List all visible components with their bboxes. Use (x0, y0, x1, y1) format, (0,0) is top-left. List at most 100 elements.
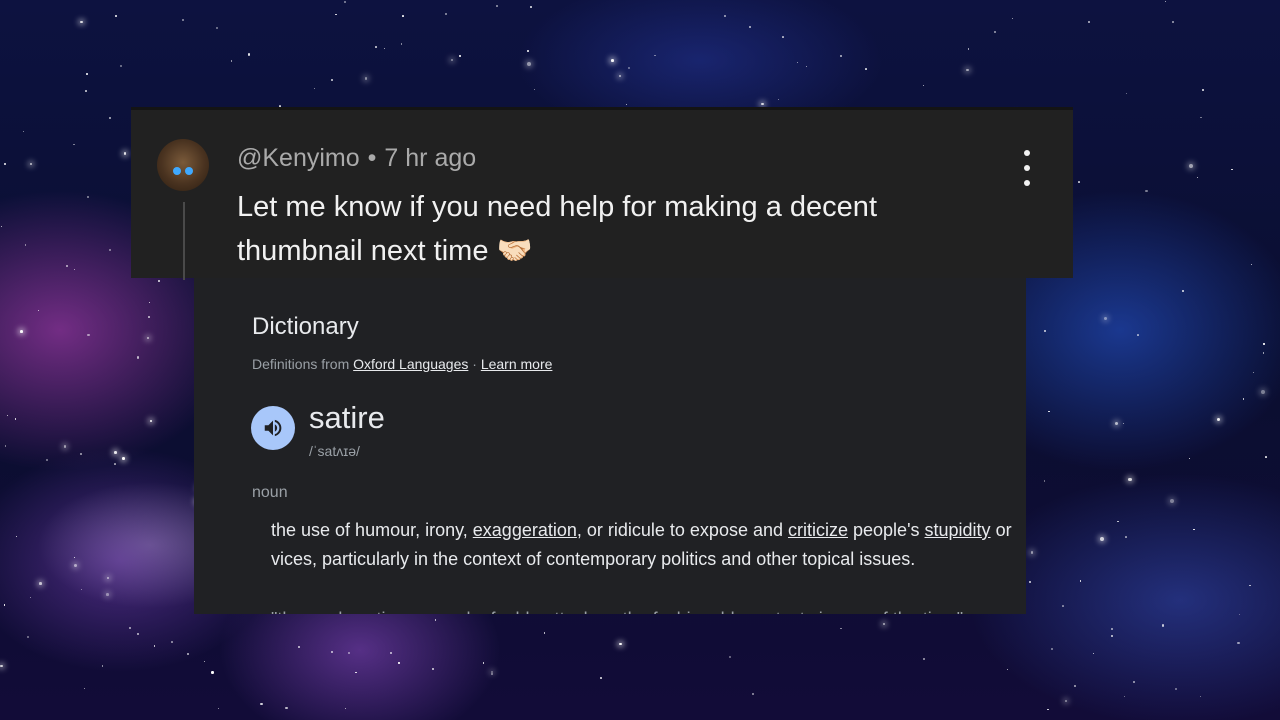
star (431, 667, 434, 671)
star (751, 692, 754, 695)
star (993, 31, 997, 34)
star (1080, 580, 1082, 582)
star (217, 707, 220, 710)
star (1202, 88, 1205, 91)
star (19, 330, 23, 333)
speaker-icon[interactable] (251, 406, 295, 450)
dictionary-title: Dictionary (252, 313, 359, 340)
more-vert-icon[interactable] (1011, 150, 1043, 186)
star (654, 54, 656, 57)
star (1189, 164, 1194, 169)
star (87, 195, 90, 198)
definition-text: , or ridicule to expose and (576, 520, 788, 540)
star (1162, 624, 1165, 627)
star (16, 535, 18, 538)
star (724, 14, 726, 17)
source-separator: · (472, 356, 477, 372)
star (46, 458, 49, 461)
star (137, 633, 139, 635)
star (247, 53, 251, 56)
star (1181, 289, 1185, 292)
star (1249, 584, 1251, 587)
star (459, 55, 461, 57)
star (1087, 20, 1090, 23)
star (297, 645, 300, 649)
star (1251, 263, 1253, 265)
star (1172, 20, 1175, 23)
star (761, 102, 764, 106)
star (543, 632, 546, 634)
star (80, 452, 83, 455)
star (73, 144, 75, 146)
star (398, 662, 400, 664)
star (533, 88, 536, 91)
star (348, 651, 351, 655)
star (1262, 352, 1265, 354)
star (923, 85, 925, 87)
star (805, 65, 808, 68)
comment-card: @Kenyimo • 7 hr ago Let me know if you nee… (131, 107, 1073, 280)
star (120, 65, 123, 67)
star (80, 20, 83, 24)
star (187, 653, 190, 656)
star (1243, 398, 1245, 400)
star (73, 564, 77, 568)
star (136, 356, 140, 359)
star (23, 131, 25, 133)
dictionary-card: Dictionary Definitions from Oxford Langu… (194, 278, 1026, 614)
example-sentence: "the crude satire seemed a feeble attack… (271, 605, 1016, 614)
star (625, 104, 628, 106)
comment-text: Let me know if you need help for making … (237, 185, 997, 273)
menu-dot (1024, 180, 1030, 186)
star (1200, 116, 1202, 119)
comment-username[interactable]: @Kenyimo (237, 144, 360, 172)
star (331, 651, 333, 653)
star (1007, 669, 1009, 671)
menu-dot (1024, 150, 1030, 156)
star (146, 336, 150, 340)
star (496, 5, 498, 7)
star (230, 59, 233, 62)
avatar-eye-right (185, 167, 193, 175)
star (400, 43, 403, 45)
star (1047, 708, 1049, 711)
star (122, 457, 125, 460)
star (150, 419, 153, 422)
star (106, 576, 110, 580)
star (334, 13, 337, 16)
oxford-languages-link[interactable]: Oxford Languages (353, 356, 468, 372)
handshake-emoji: 🤝🏻 (496, 235, 533, 267)
star (526, 61, 531, 66)
definition-text: the use of humour, irony, (271, 520, 473, 540)
avatar-eye-left (173, 167, 181, 175)
star (3, 604, 6, 606)
star (1050, 648, 1053, 651)
star (147, 315, 150, 318)
link-stupidity[interactable]: stupidity (925, 520, 991, 540)
star (490, 672, 493, 676)
star (4, 163, 7, 166)
star (1011, 17, 1013, 19)
link-criticize[interactable]: criticize (788, 520, 848, 540)
star (1216, 417, 1220, 421)
star (1193, 528, 1196, 531)
phonetic: /ˈsatʌɪə/ (309, 443, 360, 459)
star (1031, 551, 1034, 554)
star (1124, 695, 1126, 697)
star (1145, 189, 1148, 193)
star (29, 162, 33, 166)
star (285, 707, 288, 710)
learn-more-link[interactable]: Learn more (481, 356, 553, 372)
star (390, 651, 393, 654)
star (1231, 168, 1233, 171)
star (1099, 536, 1104, 541)
avatar[interactable] (157, 139, 209, 191)
star (444, 13, 448, 16)
star (375, 46, 377, 48)
star (14, 418, 17, 421)
link-exaggeration[interactable]: exaggeration (473, 520, 577, 540)
comment-time[interactable]: 7 hr ago (384, 144, 476, 172)
star (1125, 92, 1127, 94)
star (383, 47, 385, 49)
star (4, 444, 7, 447)
